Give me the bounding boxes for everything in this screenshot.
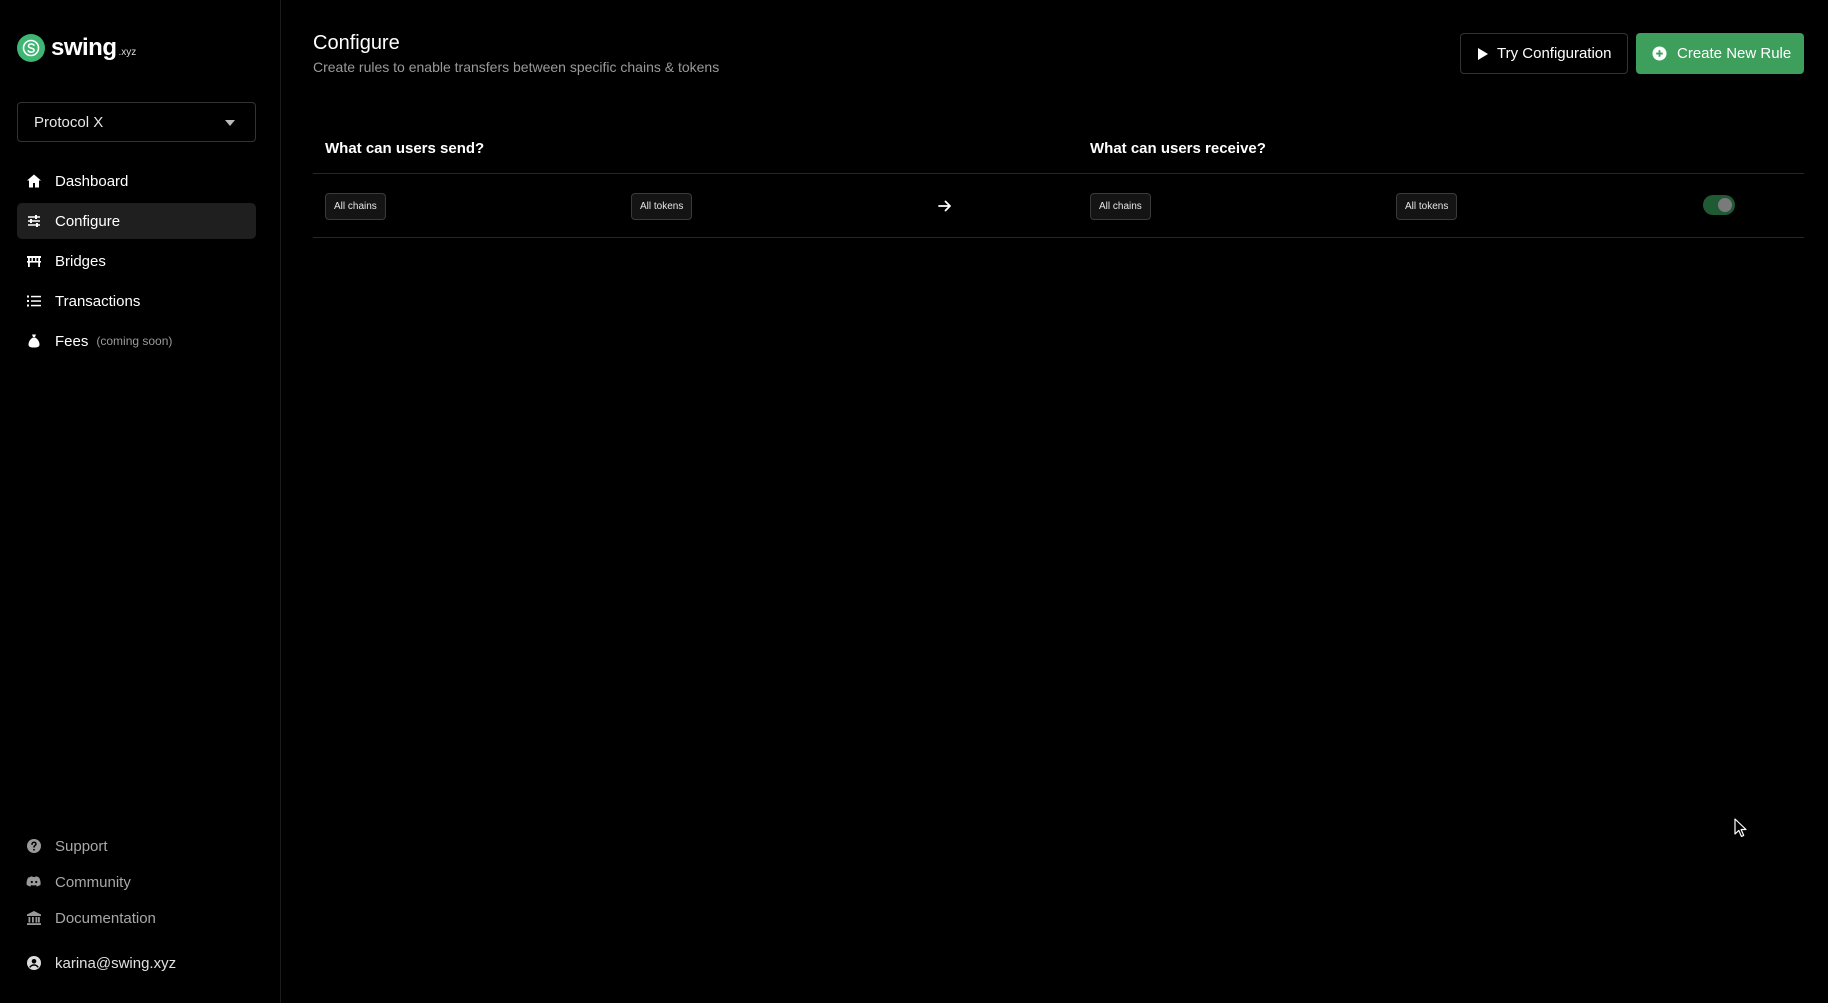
sidebar-item-label: Dashboard: [55, 172, 129, 190]
money-bag-icon: [28, 334, 40, 348]
sidebar-item-label: Configure: [55, 212, 121, 230]
sidebar-item-documentation[interactable]: Documentation: [17, 900, 256, 936]
sidebar-item-dashboard[interactable]: Dashboard: [17, 163, 256, 199]
account-icon: [27, 956, 41, 970]
send-tokens-chip[interactable]: All tokens: [631, 193, 693, 220]
receive-column-header: What can users receive?: [1090, 140, 1266, 157]
user-email: karina@swing.xyz: [55, 954, 177, 972]
brand-logo[interactable]: swing .xyz: [17, 34, 136, 62]
sidebar-item-bridges[interactable]: Bridges: [17, 243, 256, 279]
try-configuration-label: Try Configuration: [1497, 45, 1612, 62]
swing-logo-icon: [17, 34, 45, 62]
bridge-icon: [27, 256, 41, 267]
sidebar-item-label: Community: [55, 873, 131, 891]
user-account[interactable]: karina@swing.xyz: [17, 945, 176, 981]
brand-suffix: .xyz: [118, 46, 137, 58]
brand-name: swing: [51, 34, 117, 61]
sidebar-item-label: Documentation: [55, 909, 156, 927]
sidebar-item-transactions[interactable]: Transactions: [17, 283, 256, 319]
sidebar-item-label: Fees: [55, 332, 89, 350]
project-selector[interactable]: Protocol X: [17, 102, 256, 142]
sidebar-item-label: Bridges: [55, 252, 106, 270]
coming-soon-note: (coming soon): [96, 334, 173, 348]
send-chains-chip[interactable]: All chains: [325, 193, 386, 220]
sidebar-item-label: Support: [55, 837, 108, 855]
discord-icon: [26, 876, 41, 887]
sidebar: swing .xyz Protocol X Dashboard Configur…: [0, 0, 281, 1003]
create-new-rule-label: Create New Rule: [1677, 45, 1792, 62]
page-title: Configure: [313, 32, 400, 54]
sidebar-item-community[interactable]: Community: [17, 864, 256, 900]
sidebar-item-fees[interactable]: Fees (coming soon): [17, 323, 256, 359]
sidebar-nav: Dashboard Configure Bridges Transactions…: [17, 163, 256, 363]
rule-row: All chains All tokens All chains All tok…: [313, 173, 1804, 238]
create-new-rule-button[interactable]: Create New Rule: [1636, 33, 1804, 74]
help-icon: [27, 839, 41, 853]
sidebar-item-label: Transactions: [55, 292, 141, 310]
arrow-right-icon: [938, 200, 951, 212]
list-icon: [27, 295, 41, 307]
receive-tokens-chip[interactable]: All tokens: [1396, 193, 1458, 220]
sidebar-footer-nav: Support Community Documentation: [17, 828, 256, 936]
sidebar-item-support[interactable]: Support: [17, 828, 256, 864]
home-icon: [27, 174, 41, 188]
toggle-knob: [1718, 198, 1732, 212]
receive-chains-chip[interactable]: All chains: [1090, 193, 1151, 220]
sliders-icon: [28, 215, 40, 227]
sidebar-item-configure[interactable]: Configure: [17, 203, 256, 239]
add-circle-icon: [1652, 46, 1667, 61]
chevron-down-icon: [225, 120, 235, 126]
main-content: Configure Create rules to enable transfe…: [281, 0, 1828, 1003]
play-icon: [1478, 47, 1488, 60]
mouse-cursor-icon: [1734, 818, 1747, 837]
send-column-header: What can users send?: [325, 140, 485, 157]
page-subtitle: Create rules to enable transfers between…: [313, 59, 720, 75]
bank-icon: [27, 911, 41, 925]
rule-enabled-toggle[interactable]: [1703, 195, 1735, 215]
try-configuration-button[interactable]: Try Configuration: [1460, 33, 1628, 74]
project-selector-value: Protocol X: [34, 113, 104, 131]
